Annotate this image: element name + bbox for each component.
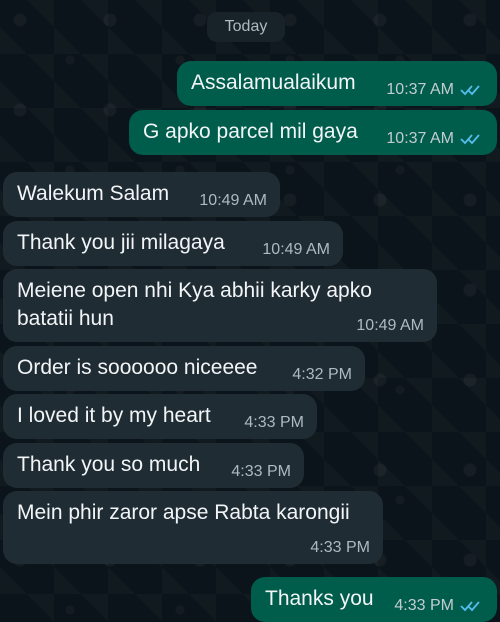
message-text: Meiene open nhi Kya abhii karky apko bat… [17,279,372,330]
message-time: 10:37 AM [386,81,454,98]
message-time: 10:49 AM [199,192,267,209]
double-check-read-icon [460,134,480,145]
message-time: 4:33 PM [394,597,454,614]
incoming-message[interactable]: Thank you jii milagaya 10:49 AM [3,221,343,266]
outgoing-message[interactable]: Thanks you 4:33 PM [251,577,497,622]
message-time: 10:37 AM [386,130,454,147]
incoming-message[interactable]: I loved it by my heart 4:33 PM [3,394,317,439]
message-meta: 10:37 AM [386,130,484,148]
message-text: Thank you so much [17,453,201,476]
incoming-message[interactable]: Mein phir zaror apse Rabta karongii 4:33… [3,491,383,564]
message-text: Walekum Salam [17,182,170,205]
message-time: 4:33 PM [231,463,291,480]
outgoing-message[interactable]: Assalamualaikum 10:37 AM [177,61,497,106]
message-time: 4:33 PM [310,539,370,556]
message-meta: 10:37 AM [386,81,484,99]
message-meta: 10:49 AM [262,241,330,259]
message-text: Assalamualaikum [191,71,356,94]
message-text: Thank you jii milagaya [17,231,225,254]
message-text: Mein phir zaror apse Rabta karongii [17,501,350,524]
message-meta: 4:33 PM [394,597,484,615]
double-check-read-icon [460,601,480,612]
message-time: 10:49 AM [356,317,424,334]
message-meta: 10:49 AM [356,317,424,335]
message-meta: 4:33 PM [244,414,304,432]
message-time: 4:32 PM [292,366,352,383]
incoming-message[interactable]: Meiene open nhi Kya abhii karky apko bat… [3,269,437,342]
message-time: 10:49 AM [262,241,330,258]
incoming-message[interactable]: Thank you so much 4:33 PM [3,443,304,488]
date-separator: Today [207,12,285,42]
message-text: Order is soooooo niceeee [17,356,258,379]
message-text: I loved it by my heart [17,404,211,427]
double-check-read-icon [460,85,480,96]
message-text: Thanks you [265,587,374,610]
incoming-message[interactable]: Walekum Salam 10:49 AM [3,172,280,217]
incoming-message[interactable]: Order is soooooo niceeee 4:32 PM [3,346,365,391]
message-meta: 4:33 PM [231,463,291,481]
message-meta: 4:33 PM [310,539,370,557]
message-meta: 10:49 AM [199,192,267,210]
message-text: G apko parcel mil gaya [143,120,358,143]
message-time: 4:33 PM [244,414,304,431]
outgoing-message[interactable]: G apko parcel mil gaya 10:37 AM [129,110,497,155]
message-meta: 4:32 PM [292,366,352,384]
